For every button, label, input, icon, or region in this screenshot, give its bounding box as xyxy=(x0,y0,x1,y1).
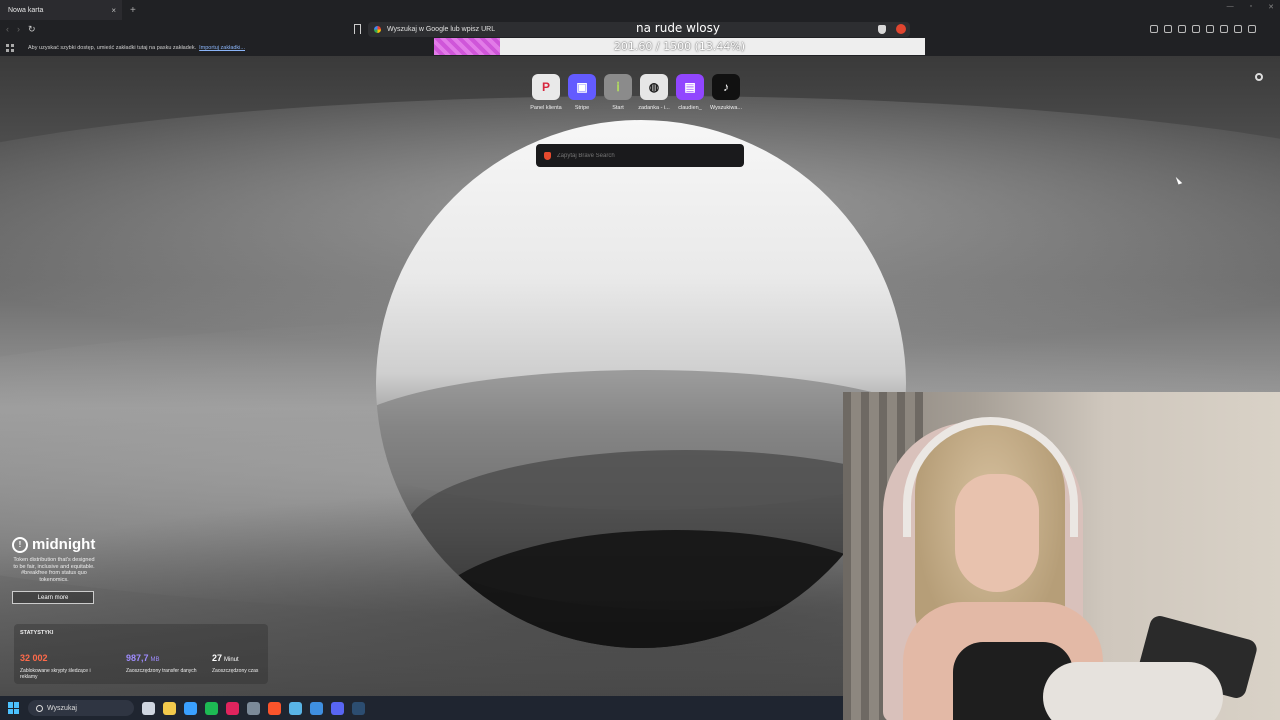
brave-icon[interactable] xyxy=(268,701,281,715)
chrome-icon[interactable] xyxy=(247,701,260,715)
webcam-blanket xyxy=(1043,662,1223,720)
stats-title: STATYSTYKI xyxy=(20,630,54,636)
tab-close-icon[interactable]: × xyxy=(111,6,116,15)
tab-strip: Nowa karta × + — ▫ ✕ xyxy=(0,0,1280,20)
file-explorer-icon[interactable] xyxy=(163,701,176,715)
steam-icon[interactable] xyxy=(352,701,365,715)
background-moon-image xyxy=(376,120,906,648)
new-tab-icon[interactable]: + xyxy=(130,5,136,16)
p-logo-icon: P xyxy=(532,74,560,100)
windows-taskbar: Wyszukaj xyxy=(0,696,843,720)
close-window-icon[interactable]: ✕ xyxy=(1268,3,1274,11)
window-controls: — ▫ ✕ xyxy=(1227,3,1274,11)
stat-unit: MB xyxy=(150,657,160,663)
reader-icon[interactable] xyxy=(1164,25,1172,33)
forward-icon[interactable]: › xyxy=(17,24,20,35)
brave-lion-icon xyxy=(544,151,551,160)
midnight-logo-icon: ! xyxy=(12,536,28,553)
import-bookmarks-link[interactable]: Importuj zakładki... xyxy=(199,45,245,51)
stat-trackers: 32 002 Zablokowane skrypty śledzące i re… xyxy=(20,648,110,680)
screen: Nowa karta × + — ▫ ✕ ‹ › ↻ Wyszukaj w Go… xyxy=(0,0,1280,720)
tab-title: Nowa karta xyxy=(8,6,44,14)
stat-time: 27 Minut Zaoszczędzony czas xyxy=(212,648,302,674)
stat-value: 32 002 xyxy=(20,653,48,663)
back-icon[interactable]: ‹ xyxy=(6,24,9,35)
top-site-tile[interactable]: ◍ zadanka - i... xyxy=(638,74,670,111)
maximize-icon[interactable]: ▫ xyxy=(1250,3,1252,11)
midnight-tagline: Token distribution that's designed to be… xyxy=(13,557,95,583)
brave-rewards-icon[interactable] xyxy=(896,24,906,34)
taskbar-search-label: Wyszukaj xyxy=(47,704,77,712)
tab-new-tab[interactable]: Nowa karta × xyxy=(0,0,122,20)
vpn-icon[interactable] xyxy=(1234,25,1242,33)
notepad-icon[interactable] xyxy=(289,701,302,715)
toolbar-extensions xyxy=(1150,25,1256,33)
taskbar-apps xyxy=(142,701,365,715)
bookmark-icon[interactable] xyxy=(354,24,361,34)
store-icon[interactable] xyxy=(184,701,197,715)
wallet-icon[interactable] xyxy=(1206,25,1214,33)
taskbar-search[interactable]: Wyszukaj xyxy=(28,700,134,716)
windows-start-icon[interactable] xyxy=(8,702,20,714)
sidebar-icon[interactable] xyxy=(1192,25,1200,33)
reload-icon[interactable]: ↻ xyxy=(28,24,36,35)
minimize-icon[interactable]: — xyxy=(1227,3,1234,11)
top-site-tile[interactable]: ▤ claudien_ xyxy=(676,74,704,111)
stat-label: Zablokowane skrypty śledzące i reklamy xyxy=(20,668,91,680)
twitch-icon: ▤ xyxy=(676,74,704,100)
top-site-tile[interactable]: ♪ Wyszukiwa... xyxy=(710,74,742,111)
nav-buttons: ‹ › ↻ xyxy=(6,24,36,35)
spotify-icon[interactable] xyxy=(205,701,218,715)
address-placeholder: Wyszukaj w Google lub wpisz URL xyxy=(387,26,496,33)
top-site-tile[interactable]: ⅰ Start xyxy=(604,74,632,111)
opera-icon[interactable] xyxy=(226,701,239,715)
stat-bandwidth: 987,7 MB Zaoszczędzony transfer danych xyxy=(126,648,216,674)
document-icon[interactable] xyxy=(310,701,323,715)
stream-goal-title: na rude wlosy xyxy=(636,21,720,35)
top-site-label: Wyszukiwa... xyxy=(709,105,743,111)
midnight-logo-text: midnight xyxy=(32,536,96,553)
extension-icon[interactable] xyxy=(1150,25,1158,33)
tiktok-icon: ♪ xyxy=(712,74,740,100)
brave-shields-icon[interactable] xyxy=(878,25,886,34)
stream-goal-bar: 201.60 / 1500 (13.44%) xyxy=(434,38,925,55)
bookmarks-hint: Aby uzyskać szybki dostęp, umieść zakład… xyxy=(28,45,197,51)
apps-grid-icon[interactable] xyxy=(6,44,14,52)
midnight-promo: ! midnight Token distribution that's des… xyxy=(12,536,102,604)
stat-label: Zaoszczędzony czas xyxy=(212,668,259,674)
stats-widget: STATYSTYKI 32 002 Zablokowane skrypty śl… xyxy=(14,624,268,684)
learn-more-button[interactable]: Learn more xyxy=(12,591,94,604)
menu-icon[interactable] xyxy=(1248,25,1256,33)
google-icon xyxy=(374,26,381,33)
brave-search-input[interactable] xyxy=(557,152,727,159)
stat-label: Zaoszczędzony transfer danych xyxy=(126,668,197,674)
stripe-icon: ▣ xyxy=(568,74,596,100)
webcam-feed xyxy=(843,392,1280,720)
discord-icon[interactable] xyxy=(331,701,344,715)
media-icon[interactable] xyxy=(1178,25,1186,33)
stat-value: 987,7 xyxy=(126,653,149,663)
stream-goal-text: 201.60 / 1500 (13.44%) xyxy=(613,40,746,53)
brave-search-box[interactable] xyxy=(536,144,744,167)
top-site-tile[interactable]: P Panel klienta xyxy=(530,74,562,111)
stat-value: 27 xyxy=(212,653,223,663)
top-sites: P Panel klienta ▣ Stripe ⅰ Start ◍ zadanka - i.… xyxy=(530,74,742,111)
globe-icon: ◍ xyxy=(640,74,668,100)
task-view-icon[interactable] xyxy=(142,701,155,715)
search-icon xyxy=(36,704,43,712)
stat-unit: Minut xyxy=(224,657,239,663)
leo-icon[interactable] xyxy=(1220,25,1228,33)
ntp-settings-icon[interactable] xyxy=(1255,73,1263,81)
top-site-tile[interactable]: ▣ Stripe xyxy=(568,74,596,111)
midnight-logo[interactable]: ! midnight xyxy=(12,536,102,553)
start-icon: ⅰ xyxy=(604,74,632,100)
